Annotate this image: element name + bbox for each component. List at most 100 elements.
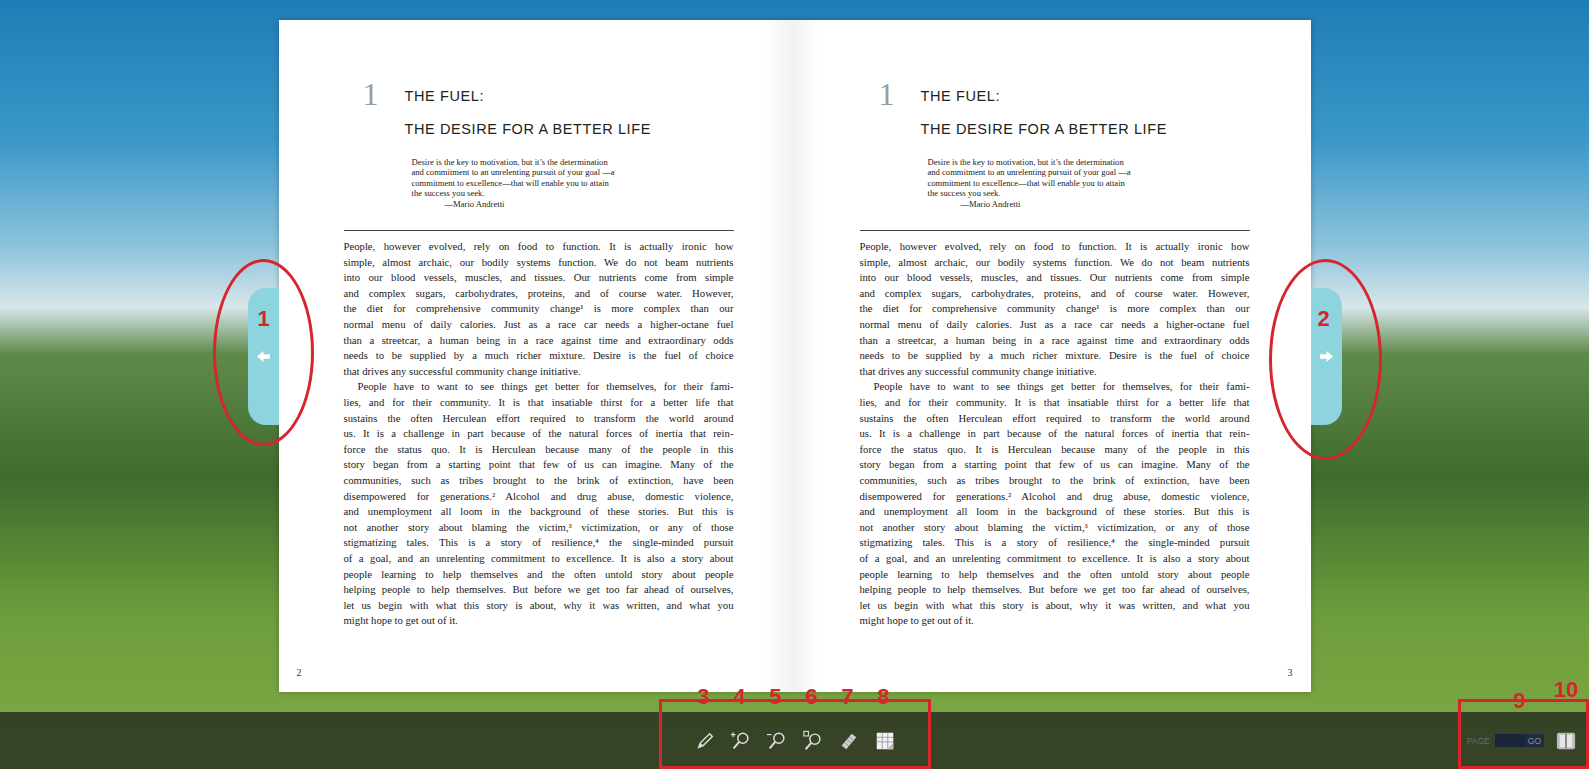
text-line: us. It is a challenge in part because of… [344,426,734,442]
chapter-number: 1 [363,78,379,110]
page-number: 2 [279,667,795,692]
text-line: and unemployment all loom in the backgro… [860,504,1250,520]
flipbook-viewer: 1 1 THE FUEL: THE DESIRE FOR A BETTER LIFE D… [0,0,1589,769]
epigraph: Desire is the key to motivation, but it’… [279,157,795,209]
fit-zoom-icon [802,730,824,752]
page-number: 3 [795,667,1311,692]
zoom-out-button[interactable]: 5 [762,726,792,756]
chapter-number: 1 [879,78,895,110]
thumbnails-button[interactable]: 8 [870,726,900,756]
zoom-in-button[interactable]: 4 [726,726,756,756]
book-icon [1555,731,1577,751]
page-label: PAGE [1467,736,1490,746]
epigraph-line: commitment to excellence—that will enabl… [928,178,1311,188]
left-arrow-icon [256,350,271,363]
chapter-header: 1 THE FUEL: THE DESIRE FOR A BETTER LIFE [795,78,1311,138]
text-line: let us begin with what this story is abo… [344,598,734,614]
previous-page-button[interactable]: 1 [248,288,279,425]
text-line: simple, almost archaic, our bodily syste… [860,255,1250,271]
eraser-icon [838,730,860,752]
annotation-label: 6 [805,686,817,708]
paragraph: People have to want to see things get be… [860,379,1250,629]
title-line: THE FUEL: [921,87,1167,105]
page-navigator: PAGE 9GO 10 [1458,712,1589,769]
divider-rule [344,230,734,231]
text-line: than a streetcar, a human being in a rac… [860,333,1250,349]
divider-rule [860,230,1250,231]
text-line: into our blood vessels, muscles, and tis… [344,270,734,286]
text-line: us. It is a challenge in part because of… [860,426,1250,442]
epigraph-line: and commitment to an unrelenting pursuit… [928,167,1311,177]
text-line: of a goal, and an unrelenting commitment… [860,551,1250,567]
text-line: People have to want to see things get be… [860,379,1250,395]
text-line: stigmatizing tales. This is a story of r… [860,535,1250,551]
annotation-ellipse [1269,259,1382,460]
text-line: might hope to get out of it. [344,613,734,629]
text-line: needs to be supplied by a much richer mi… [344,348,734,364]
zoom-in-icon [730,730,752,752]
bottom-toolbar: 345678 PAGE 9GO 10 [0,712,1589,769]
text-line: not another story about blaming the vict… [344,520,734,536]
text-line: disempowered for generations.² Alcohol a… [860,489,1250,505]
body-text: People, however evolved, rely on food to… [860,239,1250,629]
text-line: not another story about blaming the vict… [860,520,1250,536]
annotation-label: 10 [1554,679,1578,701]
epigraph-line: Desire is the key to motivation, but it’… [928,157,1311,167]
tool-group: 345678 [659,712,931,769]
text-line: let us begin with what this story is abo… [860,598,1250,614]
annotation-label: 5 [769,686,781,708]
annotation-label: 9 [1513,690,1525,712]
chapter-title: THE FUEL: THE DESIRE FOR A BETTER LIFE [921,78,1167,138]
paragraph: People have to want to see things get be… [344,379,734,629]
text-line: People, however evolved, rely on food to… [860,239,1250,255]
chapter-title: THE FUEL: THE DESIRE FOR A BETTER LIFE [405,78,651,138]
goto-page: 9GO [1495,734,1544,747]
eraser-button[interactable]: 7 [834,726,864,756]
text-line: sustains the often Herculean effort requ… [860,411,1250,427]
text-line: story began from a starting point that f… [860,457,1250,473]
text-line: helping people to help themselves. But b… [860,582,1250,598]
epigraph-line: Desire is the key to motivation, but it’… [412,157,795,167]
page-input[interactable] [1495,734,1525,747]
epigraph-line: commitment to excellence—that will enabl… [412,178,795,188]
thumbnails-icon [874,730,896,752]
text-line: communities, such as tribes brought to t… [860,473,1250,489]
text-line: the diet for comprehensive community cha… [860,301,1250,317]
text-line: might hope to get out of it. [860,613,1250,629]
fit-zoom-button[interactable]: 6 [798,726,828,756]
title-line: THE FUEL: [405,87,651,105]
book-stage: 1 1 THE FUEL: THE DESIRE FOR A BETTER LIFE D… [0,20,1589,692]
epigraph-line: the success you seek. [928,188,1311,198]
annotation-label: 2 [1317,308,1329,330]
text-line: needs to be supplied by a much richer mi… [860,348,1250,364]
go-button[interactable]: GO [1525,736,1544,746]
text-line: that drives any successful community cha… [344,364,734,380]
text-line: force the status quo. It is Herculean be… [344,442,734,458]
text-line: helping people to help themselves. But b… [344,582,734,598]
text-line: People have to want to see things get be… [344,379,734,395]
text-line: stigmatizing tales. This is a story of r… [344,535,734,551]
text-line: lies, and for their community. It is tha… [344,395,734,411]
title-line: THE DESIRE FOR A BETTER LIFE [921,120,1167,138]
next-page-button[interactable]: 2 [1311,288,1342,425]
text-line: People, however evolved, rely on food to… [344,239,734,255]
annotation-label: 4 [733,686,745,708]
right-arrow-icon [1319,350,1334,363]
paragraph: People, however evolved, rely on food to… [344,239,734,379]
text-line: communities, such as tribes brought to t… [344,473,734,489]
text-line: and complex sugars, carbohydrates, prote… [860,286,1250,302]
text-line: disempowered for generations.² Alcohol a… [344,489,734,505]
text-line: normal menu of daily calories. Just as a… [860,317,1250,333]
annotation-label: 3 [697,686,709,708]
text-line: story began from a starting point that f… [344,457,734,473]
epigraph-line: the success you seek. [412,188,795,198]
book-view-button[interactable]: 10 [1553,729,1579,753]
text-line: sustains the often Herculean effort requ… [344,411,734,427]
title-line: THE DESIRE FOR A BETTER LIFE [405,120,651,138]
pen-button[interactable]: 3 [690,726,720,756]
text-line: of a goal, and an unrelenting commitment… [344,551,734,567]
text-line: people learning to help themselves and t… [344,567,734,583]
text-line: lies, and for their community. It is tha… [860,395,1250,411]
text-line: and complex sugars, carbohydrates, prote… [344,286,734,302]
page-spread: 1 THE FUEL: THE DESIRE FOR A BETTER LIFE De… [279,20,1311,692]
